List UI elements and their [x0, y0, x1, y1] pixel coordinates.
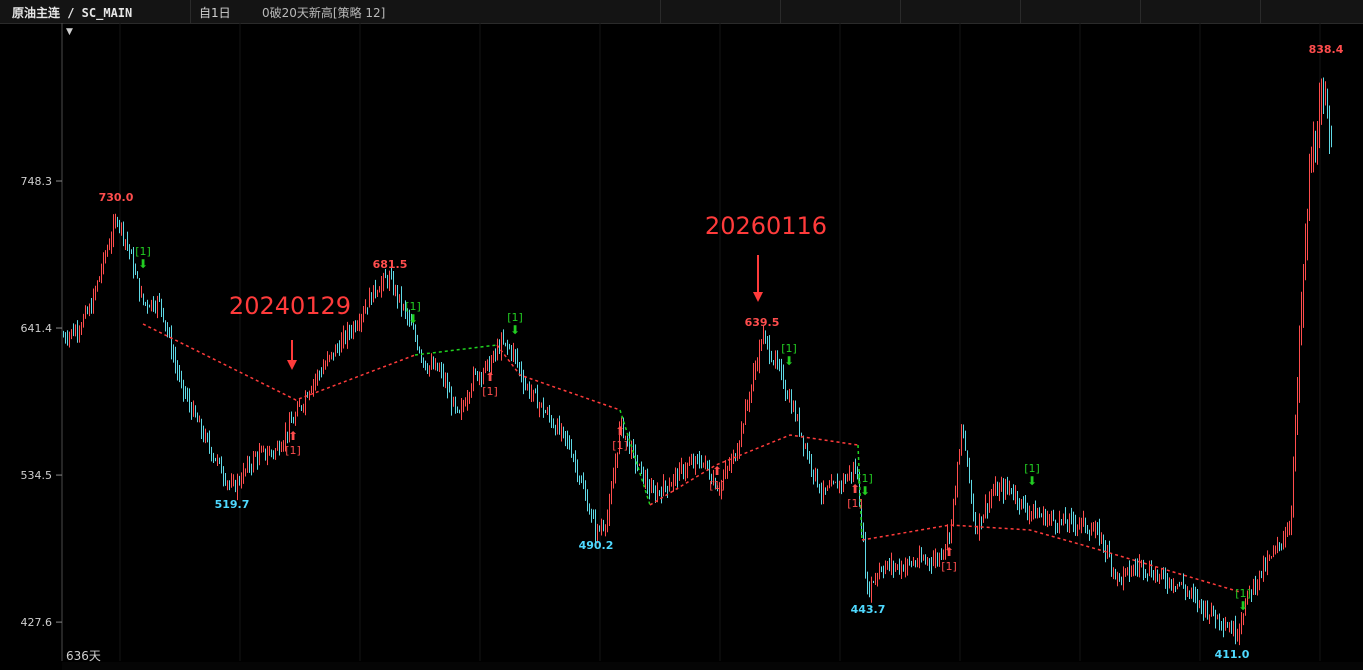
swing-label-low: 490.2: [579, 539, 614, 552]
up-arrow-icon: ⬆: [615, 424, 625, 438]
up-arrow-icon: ⬆: [712, 464, 722, 478]
up-arrow-icon: ⬆: [485, 370, 495, 384]
down-arrow-icon: ⬇: [1238, 599, 1248, 613]
down-arrow-icon: ⬇: [408, 312, 418, 326]
y-tick-label: 748.3: [21, 175, 53, 188]
swing-label-high: 639.5: [745, 316, 780, 329]
up-arrow-icon: ⬆: [850, 482, 860, 496]
up-arrow-icon: ⬆: [288, 429, 298, 443]
swing-label-high: 838.4: [1309, 43, 1344, 56]
buy-signal-label: [1]: [612, 439, 628, 452]
annotation-arrowhead-icon: [287, 360, 297, 370]
down-arrow-icon: ⬇: [784, 354, 794, 368]
annotation-arrowhead-icon: [753, 292, 763, 302]
date-annotations: 20240129 20260116: [229, 212, 827, 370]
strategy-label[interactable]: 0破20天新高[策略 12]: [262, 4, 385, 21]
down-arrow-icon: ⬇: [510, 323, 520, 337]
header-cell: [900, 0, 1021, 23]
up-arrow-icon: ⬆: [944, 545, 954, 559]
symbol-title[interactable]: 原油主连 / SC_MAIN: [12, 4, 132, 21]
header-cell: [780, 0, 901, 23]
trend-line-segment: [414, 344, 498, 356]
indicator-strip: [62, 662, 1363, 670]
header-cell-info: [190, 0, 661, 23]
y-tick-label: 534.5: [21, 469, 53, 482]
swing-labels: 730.0 519.7 681.5 490.2 639.5 443.7 411.0 838.4: [99, 43, 1344, 661]
buy-signal-label: [1]: [285, 444, 301, 457]
swing-label-high: 681.5: [373, 258, 408, 271]
date-annotation-label: 20240129: [229, 292, 351, 320]
buy-signal-label: [1]: [709, 479, 725, 492]
buy-signal-label: [1]: [847, 497, 863, 510]
y-tick-label: 427.6: [21, 616, 53, 629]
swing-label-low: 519.7: [215, 498, 250, 511]
y-axis: 748.3 641.4 534.5 427.6: [21, 175, 62, 629]
down-arrow-icon: ⬇: [860, 484, 870, 498]
swing-label-high: 730.0: [99, 191, 134, 204]
buy-signal-label: [1]: [482, 385, 498, 398]
header-cell: [660, 0, 781, 23]
down-arrow-icon: ⬇: [138, 257, 148, 271]
down-arrow-icon: ⬇: [1027, 474, 1037, 488]
y-tick-label: 641.4: [21, 322, 53, 335]
header-cell: [1140, 0, 1261, 23]
chart-header-bar: 原油主连 / SC_MAIN 自1日 0破20天新高[策略 12]: [0, 0, 1363, 24]
header-cell: [1260, 0, 1363, 23]
period-selector[interactable]: 自1日: [199, 4, 231, 21]
price-chart[interactable]: 748.3641.4534.5427.6 [1]⬇[1]⬇ [1]⬇[1]⬇[1]…: [0, 23, 1363, 661]
candlestick-series: [63, 77, 1332, 646]
buy-signal-label: [1]: [941, 560, 957, 573]
swing-label-low: 443.7: [851, 603, 886, 616]
swing-label-low: 411.0: [1215, 648, 1250, 661]
date-annotation-label: 20260116: [705, 212, 827, 240]
header-cell: [1020, 0, 1141, 23]
